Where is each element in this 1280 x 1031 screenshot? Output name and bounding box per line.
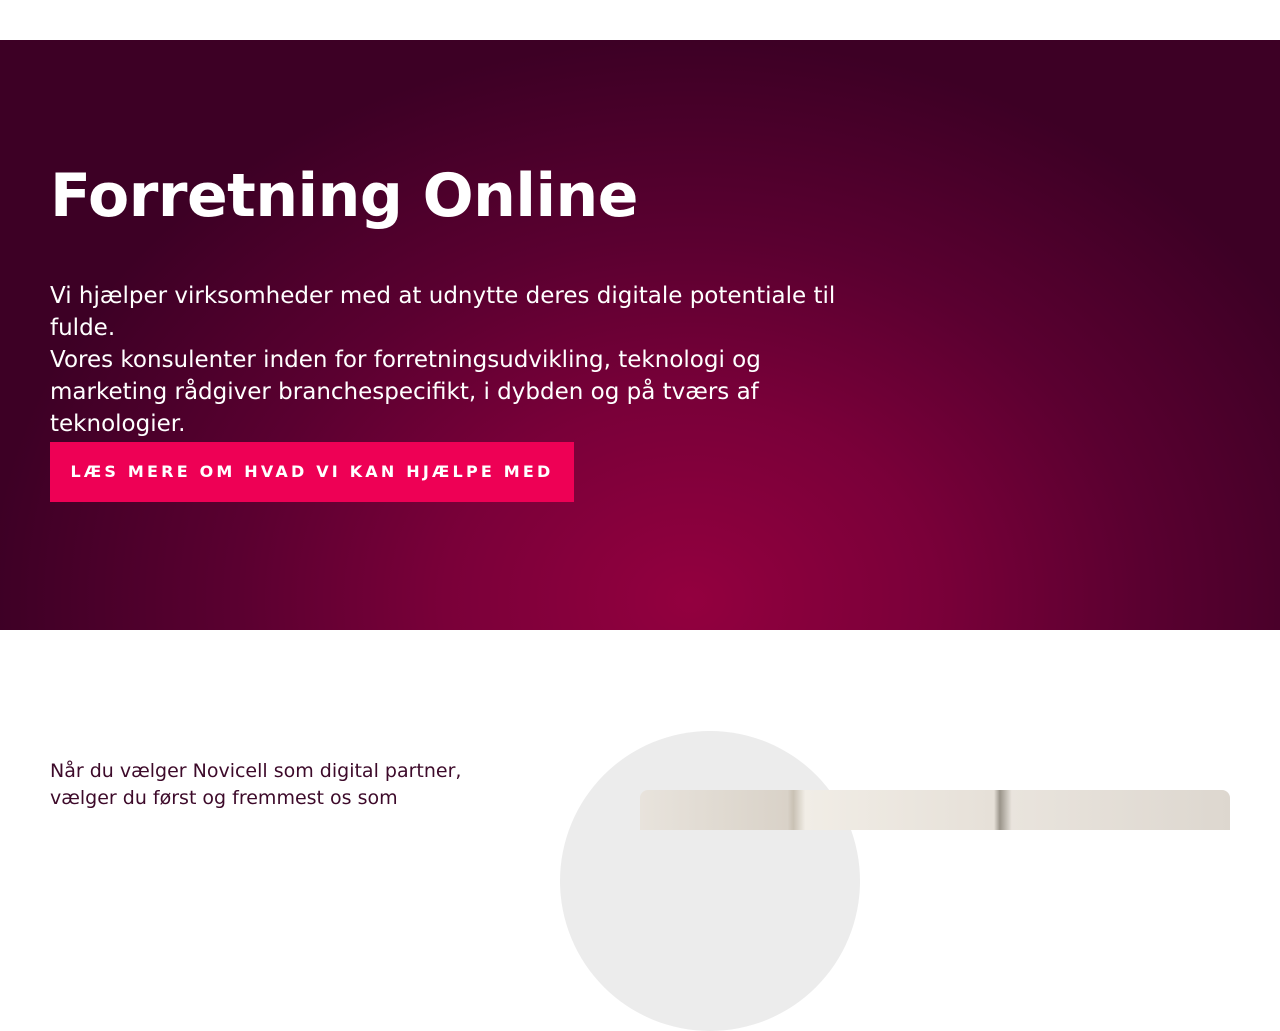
hero-paragraph-1: Vi hjælper virksomheder med at udnytte d…	[50, 283, 836, 341]
hero-paragraph-2: Vores konsulenter inden for forretningsu…	[50, 347, 761, 437]
intro-text: Når du vælger Novicell som digital partn…	[50, 758, 470, 812]
intro-line-1: Når du vælger Novicell som digital partn…	[50, 760, 462, 782]
decorative-circle	[560, 731, 860, 1031]
top-navigation-bar	[0, 0, 1280, 40]
read-more-button[interactable]: LÆS MERE OM HVAD VI KAN HJÆLPE MED	[50, 442, 574, 502]
intro-line-2: vælger du først og fremmest os som	[50, 787, 398, 809]
hero-description: Vi hjælper virksomheder med at udnytte d…	[50, 280, 880, 440]
hero-section: Forretning Online Vi hjælper virksomhede…	[0, 40, 1280, 630]
office-photo	[640, 790, 1230, 830]
hero-title: Forretning Online	[50, 161, 638, 231]
